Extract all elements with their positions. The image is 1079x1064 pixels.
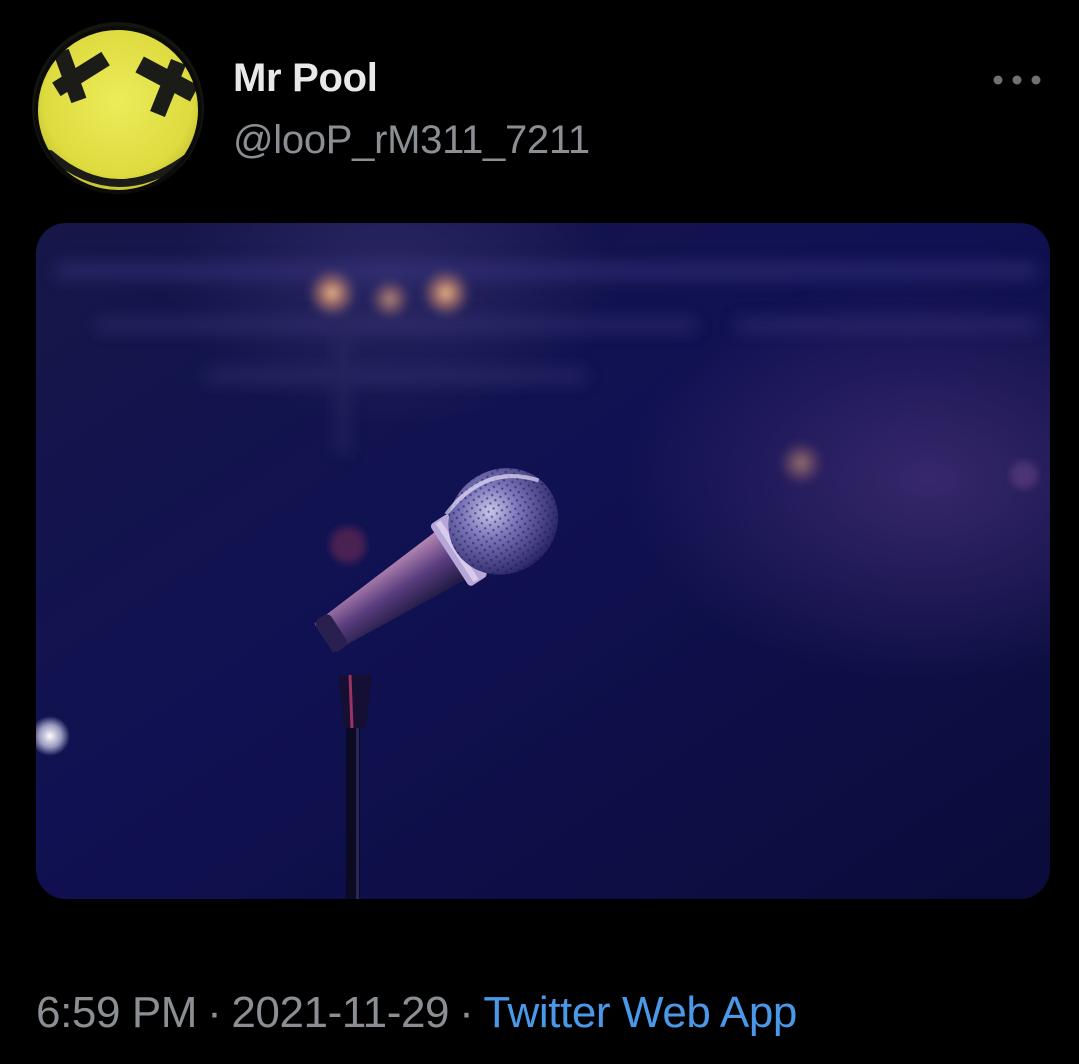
tweet-media-photo[interactable] — [36, 223, 1050, 899]
author-handle[interactable]: @looP_rM311_7211 — [233, 118, 590, 163]
more-horizontal-icon — [993, 75, 1041, 85]
avatar[interactable] — [32, 22, 204, 194]
meta-separator: · — [459, 988, 474, 1037]
yellow-smiley-avatar-icon — [34, 26, 202, 194]
more-options-button[interactable] — [978, 58, 1058, 102]
tweet-time[interactable]: 6:59 PM — [36, 988, 197, 1037]
tweet-card: Mr Pool @looP_rM311_7211 6:59 PM · 2021-… — [0, 0, 1079, 1064]
tweet-source-link[interactable]: Twitter Web App — [483, 988, 797, 1037]
microphone-on-stand-icon — [36, 223, 1050, 899]
tweet-date[interactable]: 2021-11-29 — [231, 988, 449, 1037]
author-display-name[interactable]: Mr Pool — [233, 56, 378, 101]
meta-separator: · — [207, 988, 222, 1037]
tweet-metadata: 6:59 PM · 2021-11-29 · Twitter Web App — [36, 988, 797, 1038]
